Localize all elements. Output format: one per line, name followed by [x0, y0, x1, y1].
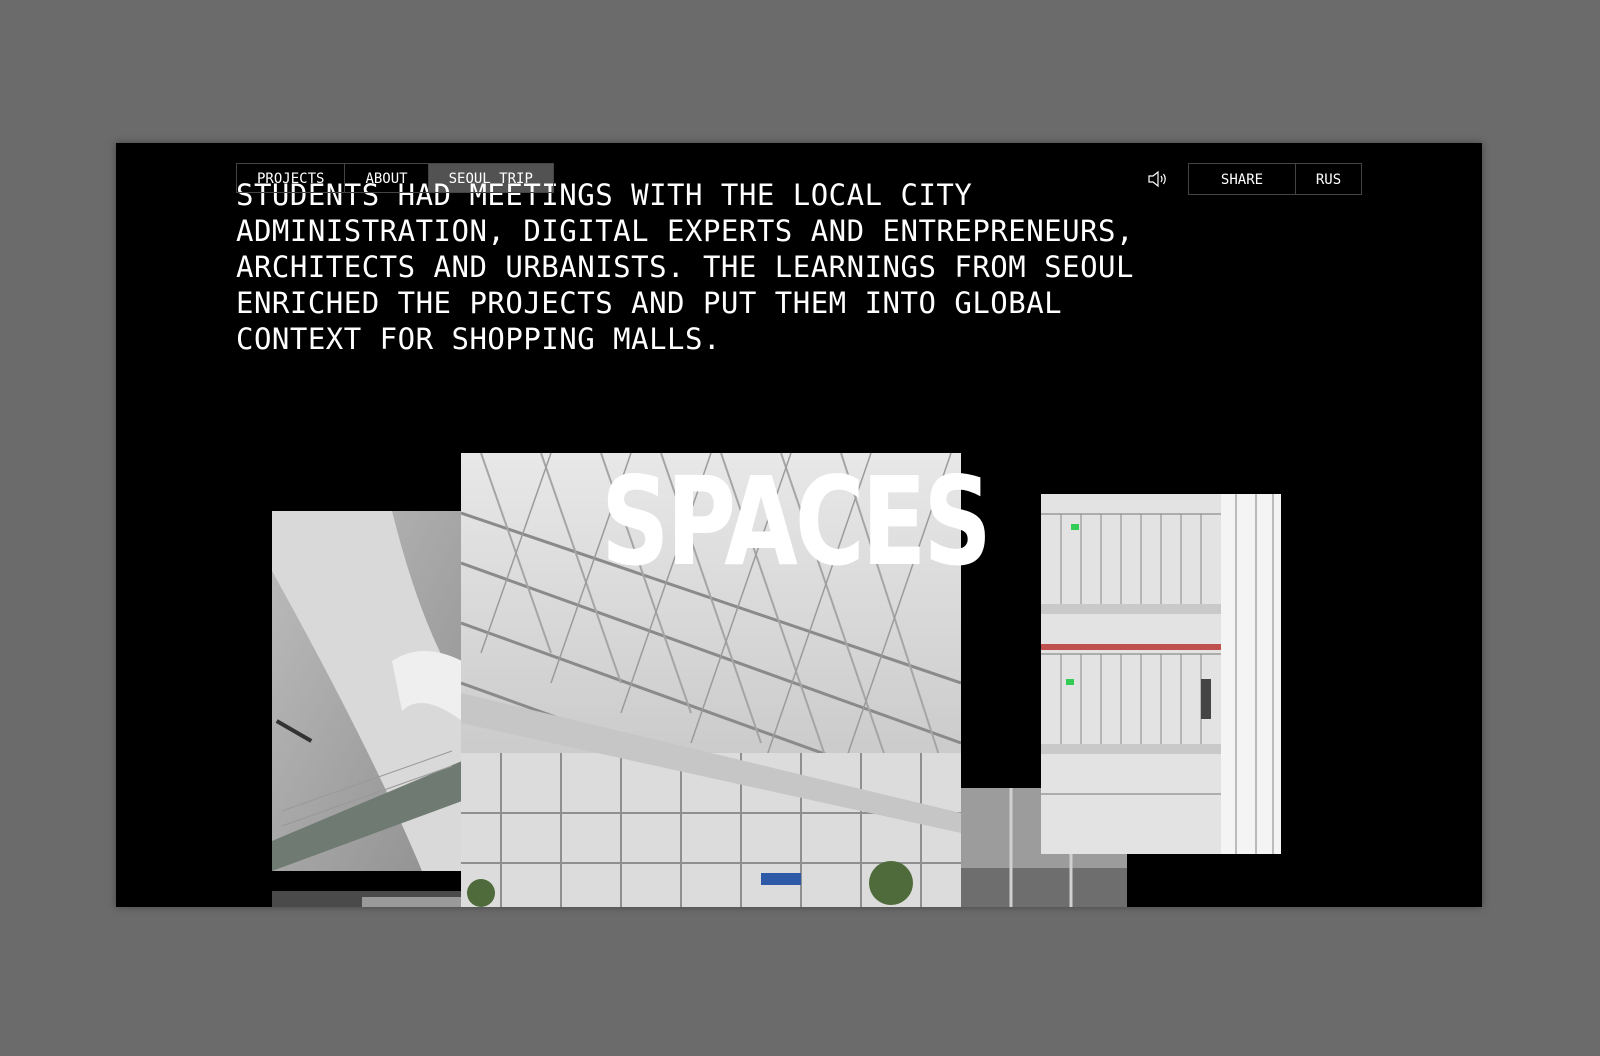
language-button[interactable]: RUS [1296, 163, 1362, 195]
main-nav: PROJECTS ABOUT SEOUL TRIP [236, 163, 554, 193]
page-frame: PROJECTS ABOUT SEOUL TRIP SHARE RUS STUD… [116, 143, 1482, 907]
header-actions: SHARE RUS [1146, 163, 1362, 195]
photo-strip [272, 891, 462, 907]
nav-projects[interactable]: PROJECTS [236, 163, 346, 193]
nav-about[interactable]: ABOUT [345, 163, 429, 193]
nav-seoul-trip[interactable]: SEOUL TRIP [428, 163, 554, 193]
speaker-icon[interactable] [1146, 168, 1168, 190]
intro-text: STUDENTS HAD MEETINGS WITH THE LOCAL CIT… [236, 178, 1134, 356]
photo-atrium [1041, 494, 1281, 854]
section-title: SPACES [601, 451, 992, 593]
photo-curved-ceiling [272, 511, 462, 871]
share-button[interactable]: SHARE [1188, 163, 1296, 195]
